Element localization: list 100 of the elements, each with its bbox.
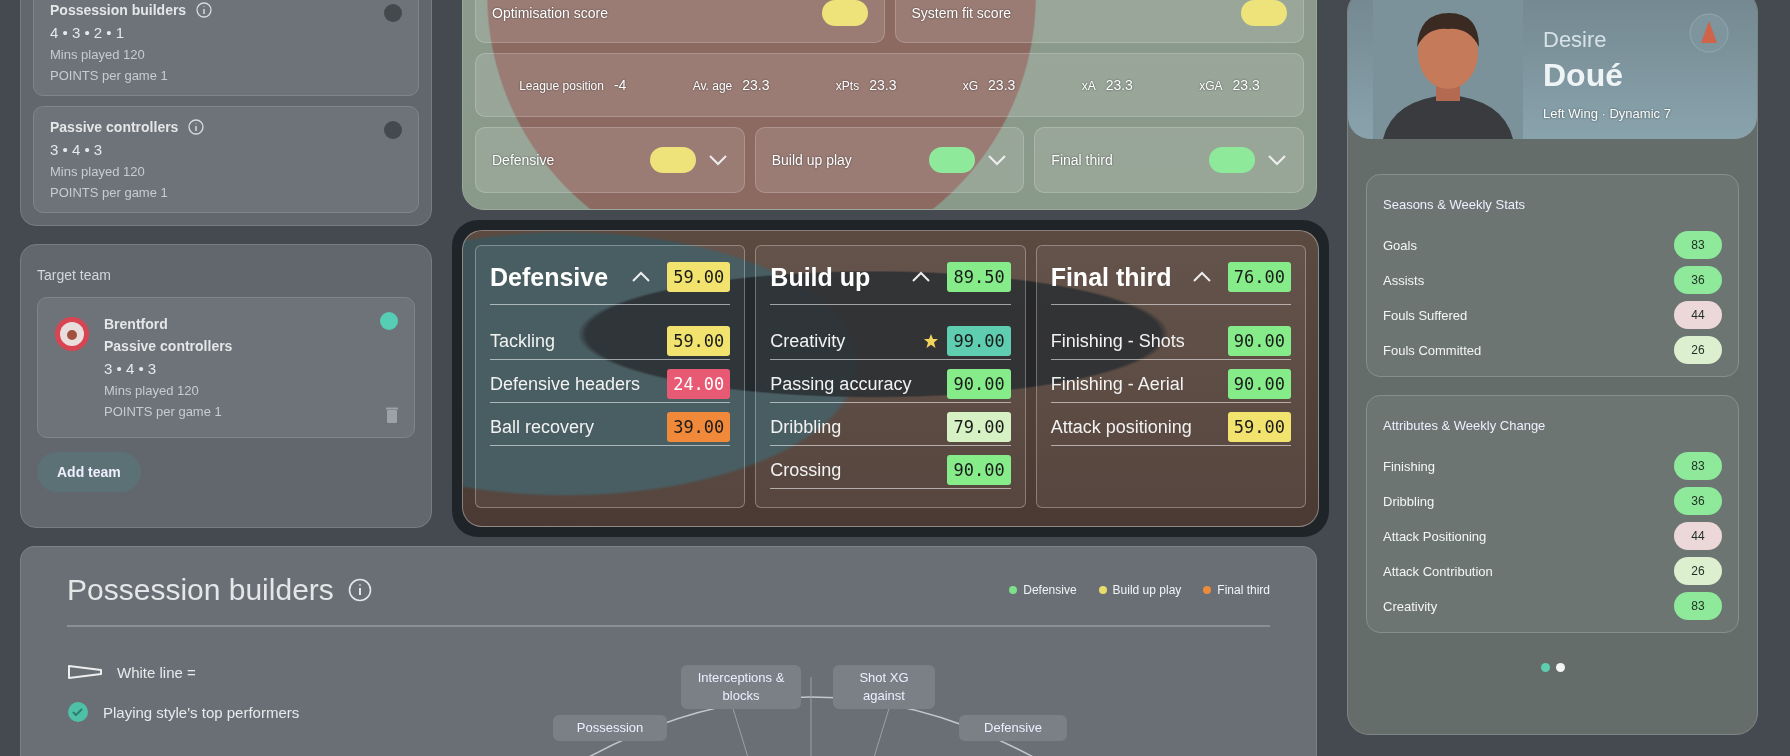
score-label: Optimisation score: [492, 5, 608, 21]
stat-label: Assists: [1383, 272, 1425, 288]
info-icon[interactable]: [347, 578, 372, 602]
legend-label: Defensive: [1023, 583, 1077, 597]
metric-label: Attack positioning: [1050, 416, 1192, 438]
axis-label: Interceptions & blocks: [681, 665, 801, 710]
mins-played: Mins played 120: [50, 47, 146, 62]
radio-button[interactable]: [384, 121, 402, 139]
radio-button[interactable]: [384, 4, 402, 22]
club-crest-icon: [54, 316, 90, 352]
points-per-game: POINTS per game 1: [50, 68, 169, 83]
check-circle-icon: [67, 701, 89, 723]
style-card[interactable]: Possession builders 4 • 3 • 2 • 1 Mins played 120 POINTS per game 1: [33, 0, 419, 96]
metric-label: Dribbling: [770, 416, 842, 438]
category-label: Final third: [1051, 152, 1113, 168]
axis-label: Defensive: [959, 715, 1067, 742]
axis-label: Shot XG against: [833, 665, 935, 710]
stat-label: Av. age: [692, 79, 733, 93]
score-label: System fit score: [911, 5, 1012, 21]
stat-label: Creativity: [1383, 598, 1438, 614]
score-badge: 59.00: [1227, 412, 1291, 442]
check-circle[interactable]: [380, 312, 398, 330]
formation: 3 • 4 • 3: [104, 360, 158, 377]
player-position: Left Wing · Dynamic 7: [1543, 106, 1671, 121]
stat-label: xA: [1081, 79, 1096, 93]
key-label: Playing style's top performers: [103, 703, 300, 721]
chevron-icon[interactable]: [911, 271, 932, 283]
trash-icon[interactable]: [386, 407, 398, 423]
style-card[interactable]: Passive controllers 3 • 4 • 3 Mins played 120 POINTS per game 1: [33, 106, 419, 213]
category-title: Final third: [1050, 262, 1172, 292]
stat-value: 23.3: [742, 77, 770, 93]
category-tile[interactable]: Defensive: [475, 127, 745, 193]
chevron-icon[interactable]: [631, 271, 652, 283]
club-crest-icon: [1689, 13, 1729, 53]
stat-label: Dribbling: [1383, 493, 1435, 509]
card-title: Seasons & Weekly Stats: [1383, 197, 1527, 212]
stat-label: Finishing: [1383, 458, 1436, 474]
stat-pill: 83: [1674, 452, 1722, 480]
points-per-game: POINTS per game 1: [50, 185, 169, 200]
category-tile[interactable]: Build up play: [754, 127, 1025, 193]
section-title: Target team: [37, 267, 112, 283]
score-badge: 59.00: [667, 326, 731, 356]
category-title: Build up: [770, 262, 871, 292]
club-name: Brentford: [104, 316, 169, 332]
score-badge: 89.50: [947, 262, 1011, 292]
legend-label: Build up play: [1112, 583, 1182, 597]
formation: 3 • 4 • 3: [50, 141, 104, 158]
stat-pill: 83: [1674, 231, 1722, 259]
category-title: Defensive: [490, 262, 609, 292]
stat-pill: 26: [1674, 557, 1722, 585]
stat-label: Fouls Suffered: [1383, 307, 1468, 323]
stat-pill: 44: [1674, 301, 1722, 329]
stat-label: Goals: [1383, 237, 1417, 253]
info-icon[interactable]: [188, 119, 205, 135]
score-badge: 99.00: [947, 326, 1011, 356]
stat-label: League position: [519, 79, 604, 93]
axis-label: Possession: [553, 715, 667, 742]
metric-label: Finishing - Aerial: [1050, 373, 1184, 395]
stat-label: Fouls Committed: [1383, 342, 1482, 358]
score-badge: 59.00: [667, 262, 731, 292]
score-badge: 39.00: [667, 412, 731, 442]
score-badge: 24.00: [667, 369, 731, 399]
metric-label: Defensive headers: [490, 373, 641, 395]
stat-label: xG: [962, 79, 979, 93]
stat-pill: 36: [1674, 487, 1722, 515]
panel-title: Possession builders: [67, 573, 334, 607]
stat-label: Attack Contribution: [1383, 563, 1493, 579]
legend-label: Final third: [1217, 583, 1270, 597]
info-icon[interactable]: [196, 2, 213, 18]
team-card[interactable]: Brentford Passive controllers 3 • 4 • 3 Mins played 120 POINTS per game 1: [37, 297, 415, 438]
player-first-name: Desire: [1543, 27, 1608, 53]
line-key-icon: [67, 663, 103, 681]
stat-pill: 26: [1674, 336, 1722, 364]
player-last-name: Doué: [1543, 57, 1624, 94]
stat-value: 23.3: [1105, 77, 1133, 93]
stat-pill: 36: [1674, 266, 1722, 294]
score-badge: 90.00: [1227, 326, 1291, 356]
stat-label: xGA: [1199, 79, 1223, 93]
chevron-icon[interactable]: [1191, 271, 1212, 283]
stat-value: 23.3: [869, 77, 897, 93]
metric-label: Finishing - Shots: [1050, 330, 1185, 352]
metric-label: Crossing: [770, 459, 842, 481]
page-dot[interactable]: [1555, 663, 1565, 672]
stat-value: 23.3: [988, 77, 1016, 93]
score-badge: 90.00: [947, 369, 1011, 399]
score-badge: 90.00: [1227, 369, 1291, 399]
stat-label: xPts: [835, 79, 860, 93]
stat-value: -4: [613, 77, 627, 93]
style-name: Passive controllers: [104, 338, 233, 354]
score-badge: 79.00: [947, 412, 1011, 442]
formation: 4 • 3 • 2 • 1: [50, 24, 126, 41]
add-team-button[interactable]: Add team: [37, 452, 141, 492]
metric-label: Ball recovery: [490, 416, 595, 438]
mins-played: Mins played 120: [50, 164, 146, 179]
category-label: Build up play: [771, 152, 852, 168]
mins-played: Mins played 120: [104, 383, 200, 398]
page-dot[interactable]: [1540, 663, 1550, 672]
key-label: White line =: [117, 663, 196, 681]
category-tile[interactable]: Final third: [1034, 127, 1304, 193]
stat-label: Attack Positioning: [1383, 528, 1487, 544]
